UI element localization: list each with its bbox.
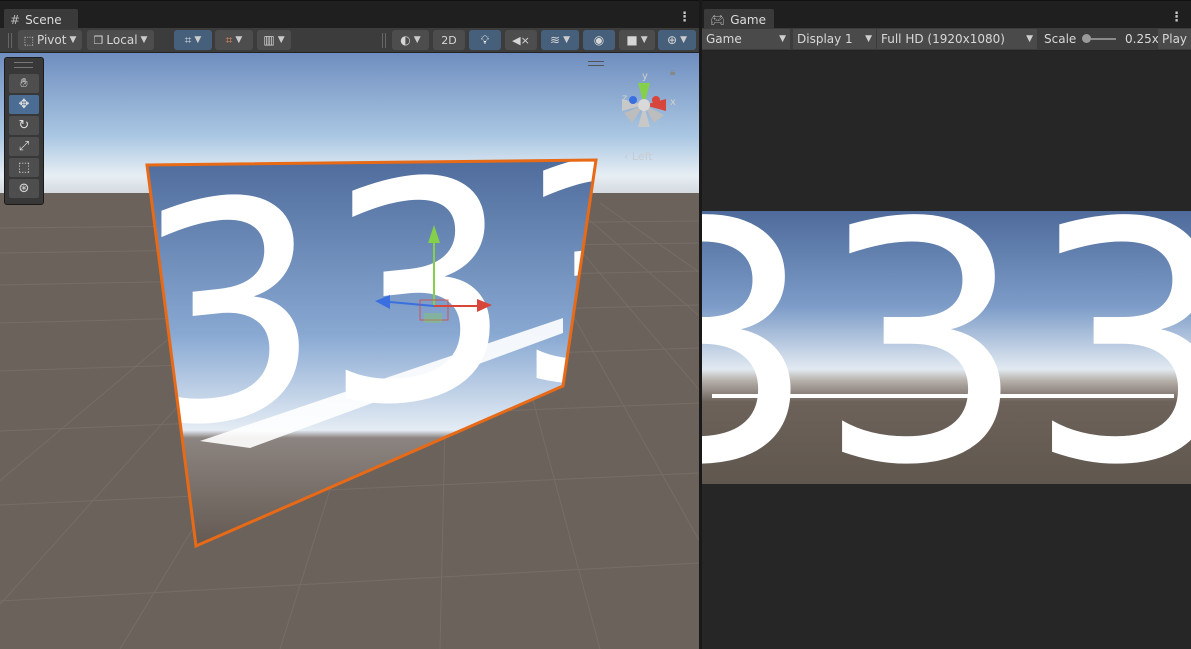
local-label: Local (106, 33, 138, 47)
chevron-down-icon: ▼ (140, 35, 148, 45)
display-value: Display 1 (797, 32, 853, 46)
gizmo-x-label: x (670, 97, 676, 108)
grid-hash-icon: # (10, 13, 21, 27)
chevron-down-icon: ▼ (779, 34, 786, 44)
hand-icon: ✋︎ (20, 76, 28, 91)
audio-toggle[interactable]: ◀× (505, 30, 537, 50)
draw-mode-dropdown[interactable]: ◐ ▼ (392, 30, 429, 50)
pivot-dropdown[interactable]: ⬚ Pivot ▼ (18, 30, 82, 50)
scene-render: 333 (0, 53, 699, 649)
camera-settings-dropdown[interactable]: ■ ▼ (619, 30, 655, 50)
chevron-down-icon: ▼ (563, 35, 570, 45)
rotate-icon: ↻ (18, 118, 30, 133)
effects-dropdown[interactable]: ≋ ▼ (541, 30, 579, 50)
scale-icon: ⤢ (18, 139, 30, 154)
pivot-icon: ⬚ (23, 33, 34, 47)
scale-value: 0.25x (1125, 32, 1159, 46)
axis-cones: y x z (622, 71, 676, 127)
toolbar-grip-2[interactable] (382, 33, 386, 48)
gamepad-icon: 🎮︎ (710, 13, 726, 27)
chevron-down-icon: ▼ (680, 35, 687, 45)
scale-slider-thumb[interactable] (1082, 34, 1092, 43)
scene-toolbar: ⬚ Pivot ▼ ❒ Local ▼ ⌗ ▼ ⌗ ▼ ▥ ▼ ◐ ▼ 2D 💡… (0, 28, 699, 53)
chevron-down-icon: ▼ (235, 35, 243, 45)
audio-muted-icon: ◀× (512, 33, 530, 47)
eye-hidden-icon: ◉ (593, 33, 605, 47)
hand-tool-button[interactable]: ✋︎ (9, 74, 39, 93)
tab-scene[interactable]: # Scene (4, 9, 78, 29)
snap-increment-icon: ⌗ (225, 32, 233, 47)
scene-viewport[interactable]: 333 ✋︎ ✥ ↻ ⤢ ⬚ ⊛ 🔒︎ y x z ‹ Left (0, 53, 699, 649)
game-texture-text: 333 (702, 211, 1191, 484)
game-mode-dropdown[interactable]: Game ▼ (702, 29, 790, 49)
tab-game-label: Game (730, 13, 766, 27)
game-view[interactable]: 333 (702, 51, 1191, 649)
camera-icon: ■ (626, 33, 638, 47)
toolbar-grip[interactable] (8, 33, 12, 48)
chevron-down-icon: ▼ (1026, 34, 1033, 44)
scale-control: Scale 0.25x (1040, 29, 1159, 49)
chevron-down-icon: ▼ (69, 35, 77, 45)
view-left-arrow-icon: ‹ (624, 150, 632, 163)
transform-tool-button[interactable]: ⊛ (9, 179, 39, 198)
tab-scene-label: Scene (25, 13, 62, 27)
resolution-value: Full HD (1920x1080) (881, 32, 1005, 46)
tab-game[interactable]: 🎮︎ Game (704, 9, 774, 29)
scale-label: Scale (1044, 32, 1077, 46)
scene-visibility-toggle[interactable]: ◉ (583, 30, 615, 50)
chevron-down-icon: ▼ (413, 35, 421, 45)
game-mode-value: Game (706, 32, 742, 46)
chevron-down-icon: ▼ (865, 34, 872, 44)
game-kebab-menu-icon[interactable]: ⋮ (1170, 11, 1183, 24)
chevron-down-icon: ▼ (640, 35, 648, 45)
scale-slider-track[interactable] (1082, 34, 1116, 43)
lighting-toggle[interactable]: 💡︎ (469, 30, 501, 50)
view-direction-label[interactable]: ‹ Left (624, 150, 653, 163)
gizmo-menu-icon[interactable] (588, 61, 604, 66)
gizmos-dropdown[interactable]: ⊕ ▼ (658, 30, 696, 50)
cube-icon: ❒ (93, 33, 104, 47)
gizmo-globe-icon: ⊕ (667, 33, 678, 47)
view-direction-text: Left (631, 150, 653, 163)
chevron-down-icon: ▼ (194, 35, 202, 45)
game-tab-bar: 🎮︎ Game ⋮ (702, 0, 1191, 29)
chevron-down-icon: ▼ (277, 35, 285, 45)
lightbulb-icon: 💡︎ (480, 32, 490, 47)
layers-icon: ≋ (550, 33, 561, 47)
tools-overlay: ✋︎ ✥ ↻ ⤢ ⬚ ⊛ (4, 57, 44, 205)
resolution-dropdown[interactable]: Full HD (1920x1080) ▼ (877, 29, 1037, 49)
shading-sphere-icon: ◐ (400, 33, 411, 47)
gizmo-z-label: z (622, 93, 627, 104)
grid-snapping-toggle[interactable]: ⌗ ▼ (174, 30, 212, 50)
scale-tool-button[interactable]: ⤢ (9, 137, 39, 156)
tools-overlay-grip[interactable] (14, 62, 33, 68)
gizmo-y-label: y (642, 71, 648, 82)
orientation-gizmo[interactable]: 🔒︎ y x z ‹ Left (588, 57, 684, 172)
game-render: 333 (702, 211, 1191, 484)
scene-panel: # Scene ⋮ ⬚ Pivot ▼ ❒ Local ▼ ⌗ ▼ ⌗ ▼ ▥ … (0, 0, 699, 649)
mode-2d-label: 2D (441, 33, 457, 47)
rotate-tool-button[interactable]: ↻ (9, 116, 39, 135)
play-label: Play (1162, 32, 1188, 46)
play-focused-dropdown[interactable]: Play (1158, 29, 1191, 49)
transform-icon: ⊛ (18, 181, 30, 196)
move-arrows-icon: ✥ (18, 97, 30, 112)
snap-increment-dropdown[interactable]: ⌗ ▼ (215, 30, 253, 50)
rect-icon: ⬚ (17, 160, 31, 175)
toggle-2d-button[interactable]: 2D (433, 30, 465, 50)
game-panel: 🎮︎ Game ⋮ Game ▼ Display 1 ▼ Full HD (19… (702, 0, 1191, 649)
scene-tab-bar: # Scene ⋮ (0, 0, 699, 29)
grid-snap-icon: ⌗ (184, 32, 192, 47)
pivot-label: Pivot (37, 33, 67, 47)
scene-kebab-menu-icon[interactable]: ⋮ (678, 11, 691, 24)
move-tool-button[interactable]: ✥ (9, 95, 39, 114)
local-dropdown[interactable]: ❒ Local ▼ (87, 30, 154, 50)
game-toolbar: Game ▼ Display 1 ▼ Full HD (1920x1080) ▼… (702, 28, 1191, 51)
ruler-icon: ▥ (263, 33, 275, 47)
rect-tool-button[interactable]: ⬚ (9, 158, 39, 177)
grid-visibility-dropdown[interactable]: ▥ ▼ (257, 30, 291, 50)
display-dropdown[interactable]: Display 1 ▼ (793, 29, 876, 49)
